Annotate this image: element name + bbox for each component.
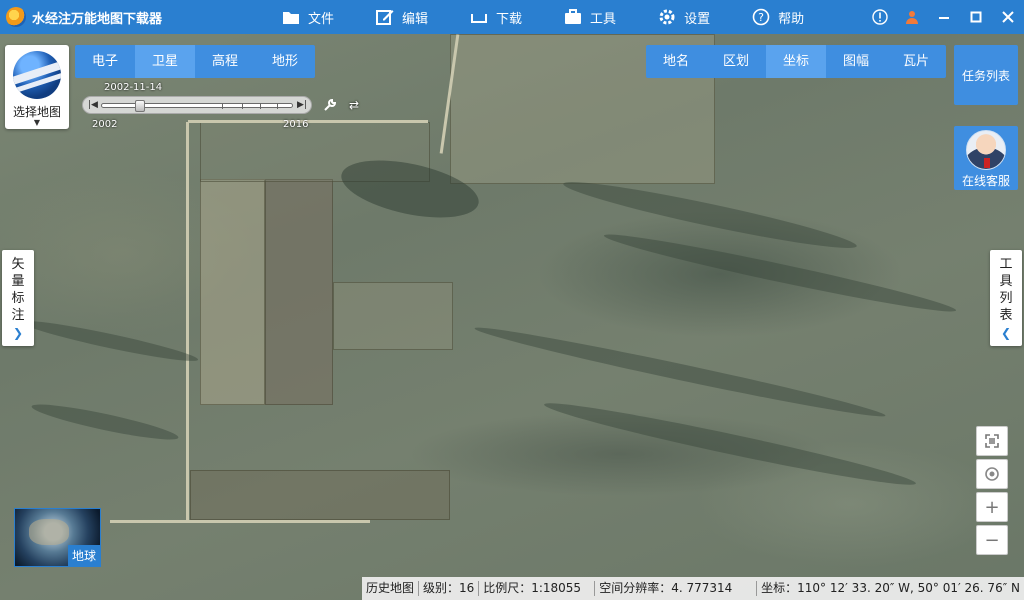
swap-icon[interactable]: ⇄ — [346, 98, 362, 114]
menu-help-label: 帮助 — [778, 11, 805, 27]
timeline-handle[interactable] — [135, 100, 145, 112]
edit-icon — [376, 8, 394, 26]
app-logo-icon — [6, 7, 26, 27]
map-type-tabs: 电子 卫星 高程 地形 — [75, 45, 315, 78]
timeline-current-date: 2002-11-14 — [104, 82, 163, 93]
status-map-kind: 历史地图 — [366, 581, 415, 595]
menu-tools[interactable]: 工具 — [564, 0, 616, 34]
online-service-button[interactable]: 在线客服 — [954, 126, 1018, 190]
toolbox-icon — [564, 8, 582, 26]
close-icon[interactable] — [992, 0, 1024, 34]
status-level: 级别：16 — [422, 581, 475, 595]
map-ridge-5 — [20, 315, 200, 367]
menu-settings[interactable]: 设置 — [658, 0, 710, 34]
menu-edit-label: 编辑 — [402, 11, 429, 27]
menu-file[interactable]: 文件 — [282, 0, 334, 34]
history-timeline: 2002-11-14 |◀ ▶| ⇄ 2002 2016 — [82, 82, 362, 132]
globe-view-label: 地球 — [67, 545, 100, 566]
zoom-in-button[interactable]: + — [976, 492, 1008, 522]
tab-tiles[interactable]: 瓦片 — [886, 45, 946, 78]
tab-map-sheets[interactable]: 图幅 — [826, 45, 886, 78]
globe-view-button[interactable]: 地球 — [14, 508, 101, 567]
map-field-2 — [265, 179, 333, 405]
timeline-tick — [242, 103, 243, 109]
map-ridge-2 — [602, 226, 958, 320]
timeline-start-year: 2002 — [92, 119, 118, 130]
fullscreen-button[interactable] — [976, 426, 1008, 456]
locate-button[interactable] — [976, 459, 1008, 489]
map-ridge-3 — [472, 320, 888, 424]
chevron-right-icon: ❯ — [12, 326, 24, 340]
map-ridge-1 — [560, 173, 860, 257]
tab-place-names[interactable]: 地名 — [646, 45, 706, 78]
skip-start-icon[interactable]: |◀ — [88, 100, 98, 110]
menu-download[interactable]: 下载 — [470, 0, 522, 34]
vector-annotation-label: 矢量标注 — [11, 257, 25, 323]
title-bar: 水经注万能地图下载器 文件 编辑 下载 工具 设置 ? 帮助 — [0, 0, 1024, 34]
timeline-track: |◀ ▶| — [82, 96, 312, 114]
zoom-out-button[interactable]: − — [976, 525, 1008, 555]
wrench-icon[interactable] — [322, 98, 338, 114]
user-icon[interactable] — [896, 0, 928, 34]
menu-edit[interactable]: 编辑 — [376, 0, 428, 34]
menu-tools-label: 工具 — [590, 11, 617, 27]
status-bar: 历史地图 级别：16 比例尺：1:18055 空间分辨率：4. 777314 坐… — [362, 577, 1024, 600]
app-title: 水经注万能地图下载器 — [32, 11, 163, 27]
tab-coordinates[interactable]: 坐标 — [766, 45, 826, 78]
map-ridge-6 — [29, 398, 181, 446]
map-field-6 — [190, 470, 450, 520]
download-icon — [470, 8, 488, 26]
caret-down-icon: ▼ — [33, 118, 41, 127]
timeline-slider[interactable] — [101, 100, 293, 112]
help-icon: ? — [752, 8, 770, 26]
locate-icon — [985, 467, 999, 481]
status-scale: 比例尺：1:18055 — [483, 581, 582, 595]
map-road-bottom — [110, 520, 370, 523]
skip-end-icon[interactable]: ▶| — [297, 100, 307, 110]
timeline-tick — [222, 103, 223, 109]
svg-text:?: ? — [758, 11, 764, 24]
tool-list-label: 工具列表 — [999, 257, 1013, 323]
tab-electronic[interactable]: 电子 — [75, 45, 135, 78]
map-controls: + − — [976, 426, 1008, 558]
status-resolution: 空间分辨率：4. 777314 — [599, 581, 733, 595]
timeline-end-year: 2016 — [283, 119, 309, 130]
timeline-tick — [277, 103, 278, 109]
tab-districts[interactable]: 区划 — [706, 45, 766, 78]
menu-file-label: 文件 — [308, 11, 335, 27]
tab-satellite[interactable]: 卫星 — [135, 45, 195, 78]
task-list-button[interactable]: 任务列表 — [954, 45, 1018, 105]
minimize-icon[interactable] — [928, 0, 960, 34]
map-field-1 — [200, 179, 265, 405]
folder-icon — [282, 8, 300, 26]
gear-icon — [658, 8, 676, 26]
tab-elevation[interactable]: 高程 — [195, 45, 255, 78]
menu-settings-label: 设置 — [684, 11, 711, 27]
maximize-icon[interactable] — [960, 0, 992, 34]
vector-annotation-panel[interactable]: 矢量标注 ❯ — [2, 250, 34, 346]
main-menu: 文件 编辑 下载 工具 设置 ? 帮助 — [282, 0, 846, 34]
chevron-left-icon: ❮ — [1000, 326, 1012, 340]
fullscreen-icon — [985, 434, 999, 448]
status-coordinates: 坐标：110° 12′ 33. 20″ W, 50° 01′ 26. 76″ N — [761, 581, 1020, 595]
tool-list-panel[interactable]: 工具列表 ❮ — [990, 250, 1022, 346]
map-selector[interactable]: 选择地图 ▼ — [5, 45, 69, 129]
map-field-3 — [333, 282, 453, 350]
window-controls — [864, 0, 1024, 34]
menu-download-label: 下载 — [496, 11, 523, 27]
timeline-tick — [260, 103, 261, 109]
globe-logo-icon — [13, 51, 61, 99]
tab-terrain[interactable]: 地形 — [255, 45, 315, 78]
service-avatar-icon — [966, 130, 1006, 170]
layer-tabs: 地名 区划 坐标 图幅 瓦片 — [646, 45, 946, 78]
menu-help[interactable]: ? 帮助 — [752, 0, 804, 34]
map-road-vertical — [186, 122, 189, 522]
info-icon[interactable] — [864, 0, 896, 34]
service-label: 在线客服 — [961, 174, 1010, 188]
